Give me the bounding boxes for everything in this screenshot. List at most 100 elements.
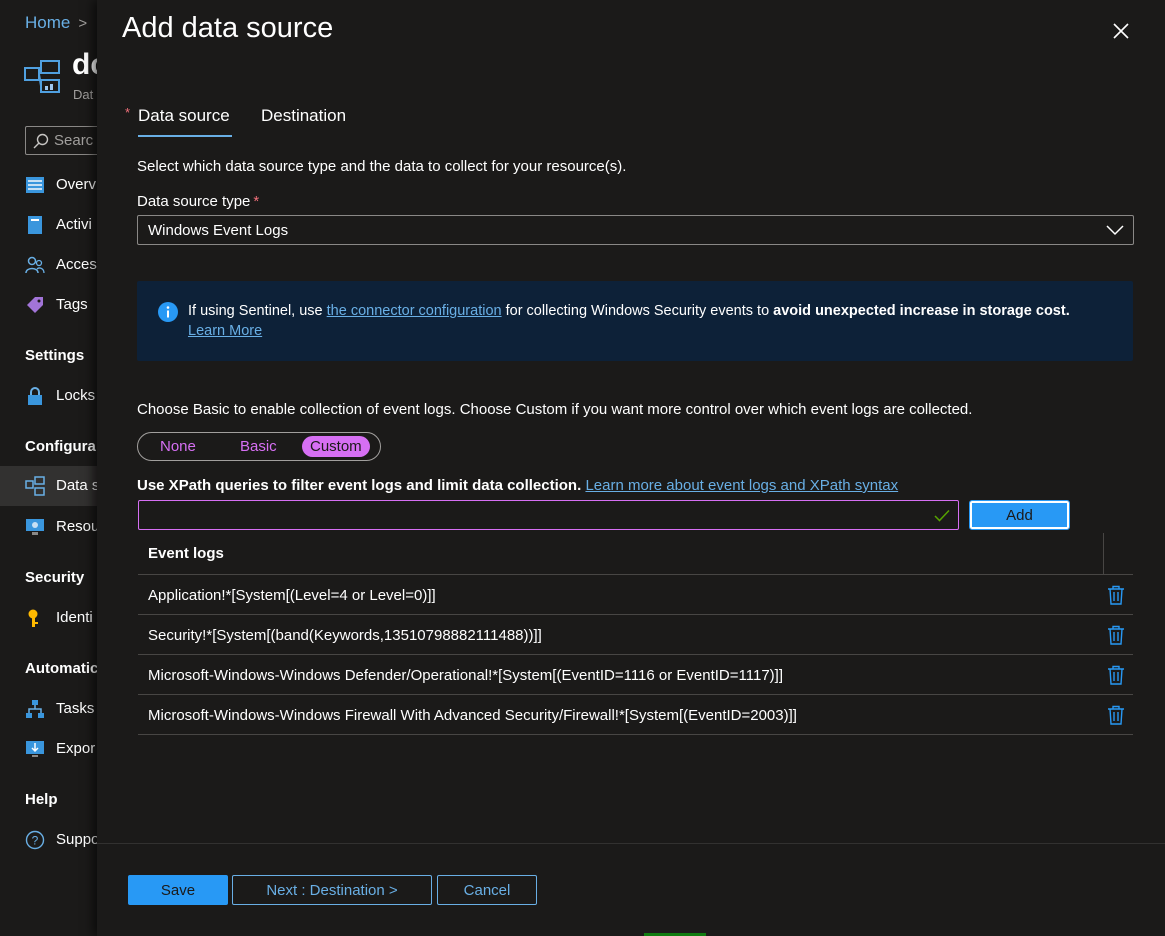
hierarchy-icon <box>26 700 44 718</box>
overview-icon <box>26 177 44 193</box>
nav-help-header: Help <box>25 791 58 808</box>
xpath-label-text: Use XPath queries to filter event logs a… <box>137 477 582 494</box>
nav-activity-log[interactable]: Activi <box>0 205 97 245</box>
footer-divider <box>97 843 1165 844</box>
add-data-source-panel: Add data source * Data source Destinatio… <box>97 0 1165 936</box>
nav-settings-header: Settings <box>25 347 85 364</box>
info-message: If using Sentinel, use the connector con… <box>188 303 1070 319</box>
help-circle-icon: ? <box>25 830 45 850</box>
delete-icon[interactable] <box>1107 585 1125 605</box>
connector-configuration-link[interactable]: the connector configuration <box>327 303 502 319</box>
event-log-query: Microsoft-Windows-Windows Firewall With … <box>148 707 797 724</box>
table-row: Microsoft-Windows-Windows Firewall With … <box>138 695 1133 735</box>
nav-resources[interactable]: Resou <box>0 507 97 547</box>
info-prefix: If using Sentinel, use <box>188 303 327 319</box>
data-collection-rule-icon <box>24 60 60 93</box>
data-source-description: Select which data source type and the da… <box>137 158 627 175</box>
tag-icon <box>27 297 43 313</box>
nav-identity[interactable]: Identi <box>0 598 97 638</box>
data-source-type-value: Windows Event Logs <box>148 222 289 239</box>
event-log-query: Application!*[System[(Level=4 or Level=0… <box>148 587 436 604</box>
nav-overview-label: Overv <box>56 176 97 193</box>
nav-overview[interactable]: Overv <box>0 165 97 205</box>
mode-option-custom[interactable]: Custom <box>302 436 370 457</box>
monitor-icon <box>26 519 44 535</box>
nav-export-label: Expor <box>56 740 96 757</box>
export-template-icon <box>26 741 44 757</box>
add-xpath-button[interactable]: Add <box>969 500 1070 530</box>
resource-subtitle: Dat <box>73 87 94 102</box>
delete-icon[interactable] <box>1107 665 1125 685</box>
info-icon <box>158 302 178 322</box>
activity-log-icon <box>28 216 42 234</box>
next-destination-button[interactable]: Next : Destination > <box>232 875 432 905</box>
info-learn-more-line: Learn More <box>188 323 262 339</box>
key-icon <box>28 609 38 627</box>
data-source-type-label: Data source type * <box>137 193 259 210</box>
nav-locks[interactable]: Locks <box>0 376 97 416</box>
data-sources-icon <box>25 476 45 496</box>
info-bold: avoid unexpected increase in storage cos… <box>773 303 1070 319</box>
nav-access-control[interactable]: Acces <box>0 245 97 285</box>
required-marker: * <box>125 105 131 120</box>
nav-tasks-label: Tasks <box>56 700 95 717</box>
xpath-label: Use XPath queries to filter event logs a… <box>137 477 898 494</box>
data-source-type-label-text: Data source type <box>137 193 251 210</box>
breadcrumb: Home > <box>25 13 87 33</box>
search-icon <box>33 133 49 149</box>
event-logs-column-header[interactable]: Event logs <box>148 545 224 562</box>
nav-support-label: Suppo <box>56 831 97 848</box>
nav-access-label: Acces <box>56 256 97 273</box>
menu-search-placeholder: Searc <box>54 132 94 149</box>
background-resource-blade: Home > dc Dat Searc Overv Activi Acces Ta… <box>0 0 97 936</box>
tab-data-source[interactable]: * Data source <box>125 105 232 137</box>
delete-icon[interactable] <box>1107 625 1125 645</box>
nav-configuration-header: Configura <box>25 438 96 455</box>
collection-mode-toggle: None Basic Custom <box>137 432 381 461</box>
chevron-right-icon: > <box>78 15 88 32</box>
nav-data-sources[interactable]: Data s <box>0 466 97 506</box>
active-tab-indicator <box>138 135 232 137</box>
collection-mode-description: Choose Basic to enable collection of eve… <box>137 401 973 418</box>
nav-tags-label: Tags <box>56 296 88 313</box>
table-row: Microsoft-Windows-Windows Defender/Opera… <box>138 655 1133 695</box>
nav-security-header: Security <box>25 569 85 586</box>
lock-icon <box>28 387 42 405</box>
nav-support[interactable]: ? Suppo <box>0 820 97 860</box>
table-row: Security!*[System[(band(Keywords,1351079… <box>138 615 1133 655</box>
nav-activity-label: Activi <box>56 216 92 233</box>
nav-tasks[interactable]: Tasks <box>0 689 97 729</box>
nav-export[interactable]: Expor <box>0 729 97 769</box>
people-icon <box>25 256 45 274</box>
info-middle: for collecting Windows Security events t… <box>501 303 774 319</box>
mode-option-basic[interactable]: Basic <box>232 436 285 457</box>
save-button[interactable]: Save <box>128 875 228 905</box>
nav-automation-header: Automatic <box>25 660 97 677</box>
table-row: Application!*[System[(Level=4 or Level=0… <box>138 575 1133 615</box>
breadcrumb-home-link[interactable]: Home <box>25 13 70 32</box>
menu-search-input[interactable]: Searc <box>25 126 97 155</box>
tab-destination[interactable]: Destination <box>261 106 346 126</box>
learn-more-link[interactable]: Learn More <box>188 323 262 339</box>
sentinel-info-banner: If using Sentinel, use the connector con… <box>137 281 1133 361</box>
nav-tags[interactable]: Tags <box>0 285 97 325</box>
nav-resources-label: Resou <box>56 518 97 535</box>
data-source-type-dropdown[interactable]: Windows Event Logs <box>137 215 1134 245</box>
svg-text:?: ? <box>32 834 39 848</box>
checkmark-icon <box>934 509 950 522</box>
event-logs-table: Event logs Application!*[System[(Level=4… <box>138 533 1133 735</box>
mode-option-none[interactable]: None <box>152 436 204 457</box>
nav-identity-label: Identi <box>56 609 93 626</box>
required-marker: * <box>253 193 260 210</box>
event-log-query: Microsoft-Windows-Windows Defender/Opera… <box>148 667 783 684</box>
chevron-down-icon <box>1106 225 1124 236</box>
nav-data-sources-label: Data s <box>56 477 97 494</box>
cancel-button[interactable]: Cancel <box>437 875 537 905</box>
column-divider <box>1103 533 1104 575</box>
xpath-syntax-link[interactable]: Learn more about event logs and XPath sy… <box>585 477 898 494</box>
close-icon[interactable] <box>1111 21 1131 41</box>
nav-locks-label: Locks <box>56 387 96 404</box>
xpath-query-input[interactable] <box>138 500 959 530</box>
delete-icon[interactable] <box>1107 705 1125 725</box>
resource-title: dc <box>72 48 97 81</box>
